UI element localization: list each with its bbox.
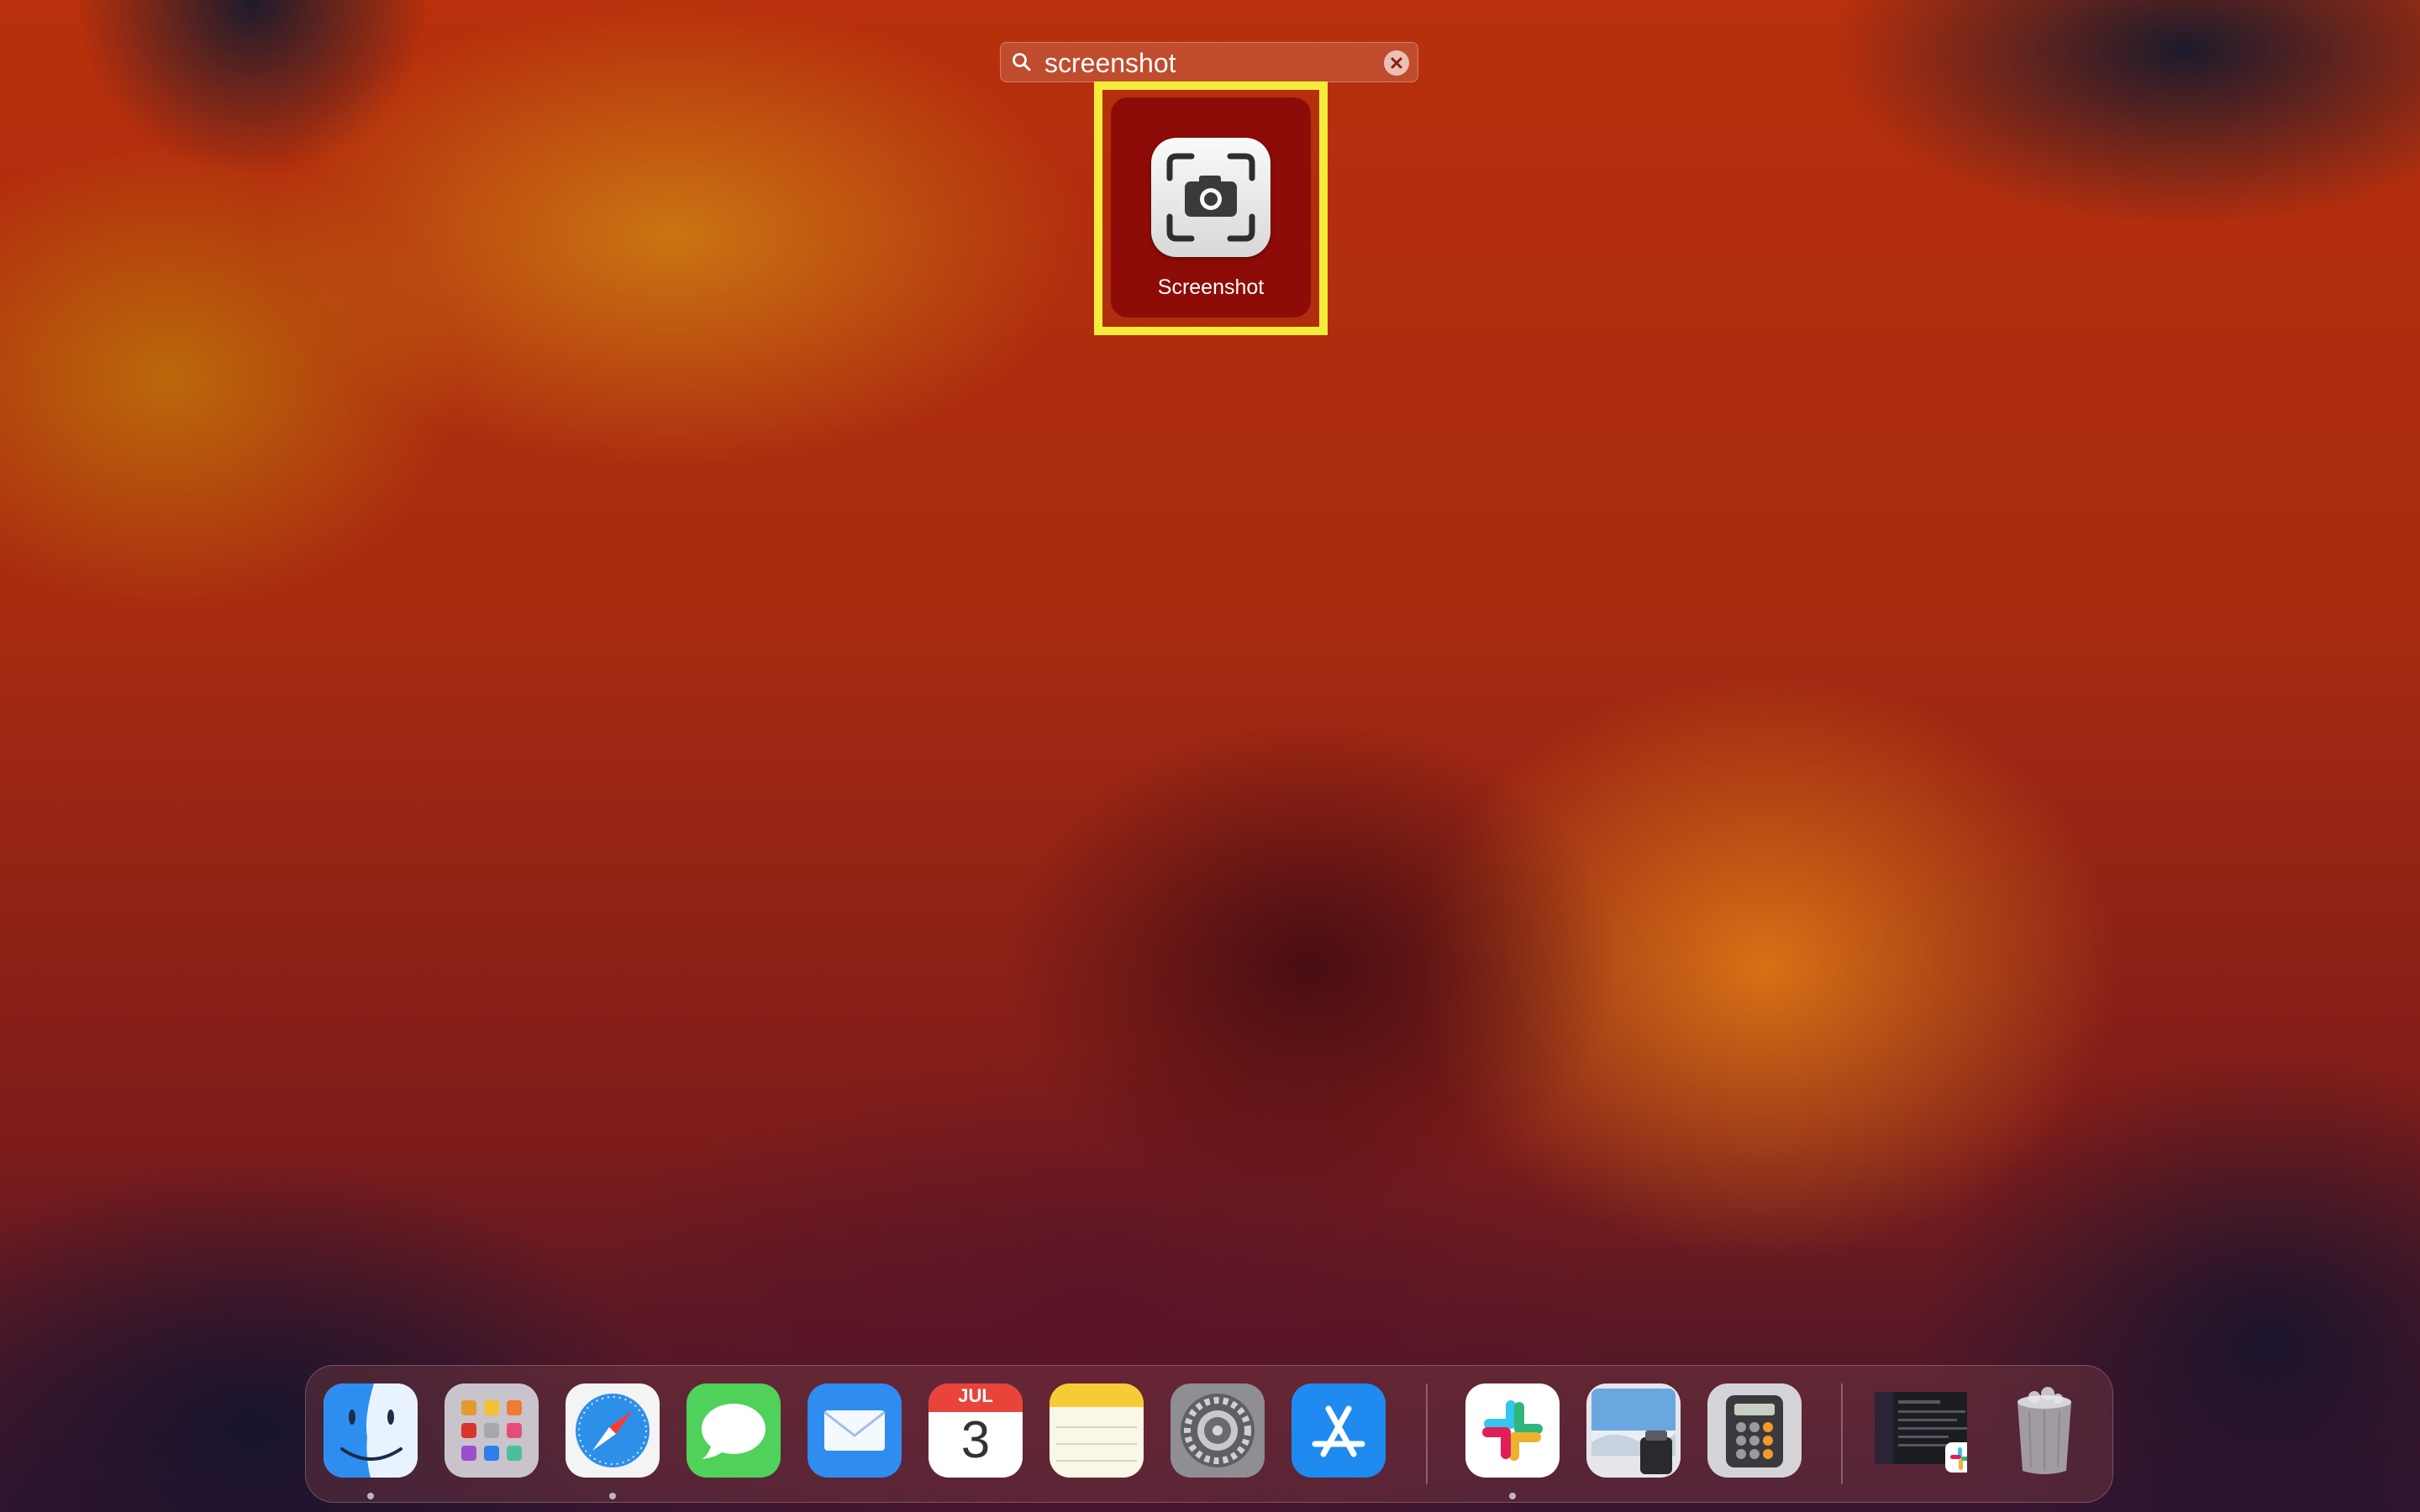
launchpad-icon[interactable] (445, 1383, 539, 1478)
dock-divider (1841, 1383, 1843, 1484)
safari-icon[interactable] (566, 1383, 660, 1478)
calendar-icon[interactable]: JUL 3 (929, 1383, 1023, 1478)
calculator-icon[interactable] (1707, 1383, 1802, 1478)
calendar-month: JUL (958, 1385, 993, 1406)
clear-search-button[interactable] (1384, 50, 1409, 76)
search-icon (1013, 53, 1031, 71)
messages-icon[interactable] (687, 1383, 781, 1478)
launchpad-search-field[interactable]: screenshot (1000, 42, 1418, 82)
slack-icon[interactable] (1465, 1383, 1560, 1478)
preview-icon[interactable] (1586, 1383, 1681, 1478)
selection-highlight (1094, 81, 1328, 335)
finder-icon[interactable] (324, 1383, 418, 1478)
trash-icon[interactable] (1997, 1383, 2091, 1478)
notes-icon[interactable] (1050, 1383, 1144, 1478)
search-query: screenshot (1044, 48, 1176, 78)
running-indicator (609, 1493, 616, 1499)
running-indicator (367, 1493, 374, 1499)
dock-divider (1426, 1383, 1428, 1484)
minimized-window-icon[interactable] (1873, 1383, 1967, 1478)
running-indicator (1509, 1493, 1516, 1499)
mail-icon[interactable] (808, 1383, 902, 1478)
app-store-icon[interactable] (1292, 1383, 1386, 1478)
calendar-day: 3 (960, 1411, 991, 1469)
settings-gear-icon[interactable] (1171, 1383, 1265, 1478)
close-icon (1391, 57, 1402, 69)
